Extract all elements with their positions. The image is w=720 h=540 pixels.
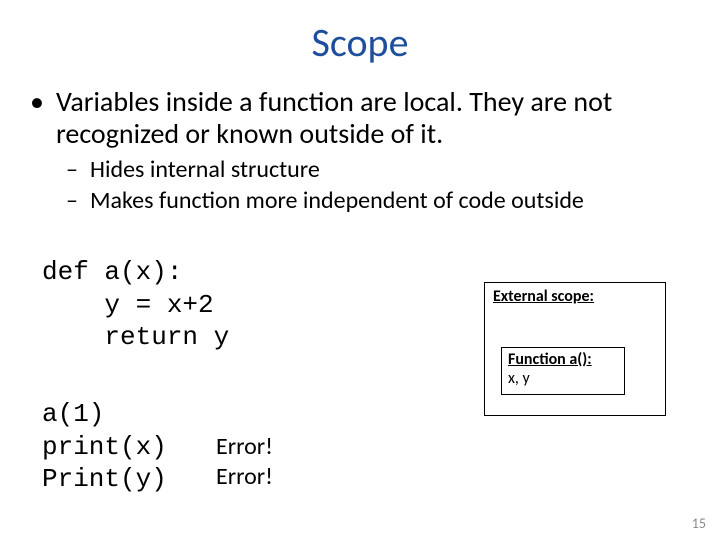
slide-body: Variables inside a function are local. T…	[30, 86, 690, 218]
bullet-level2: Makes function more independent of code …	[30, 187, 690, 216]
scope-diagram-inner: Function a(): x, y	[501, 347, 625, 395]
code-definition: def a(x): y = x+2 return y	[42, 256, 229, 354]
error-label: Error!	[216, 432, 273, 461]
page-number: 15	[692, 515, 706, 532]
scope-outer-label: External scope:	[493, 287, 657, 306]
slide: Scope Variables inside a function are lo…	[0, 0, 720, 540]
scope-diagram-outer: External scope: Function a(): x, y	[484, 282, 666, 416]
slide-title: Scope	[0, 18, 720, 67]
scope-inner-vars: x, y	[508, 369, 618, 388]
scope-inner-label: Function a():	[508, 350, 618, 369]
error-label: Error!	[216, 462, 273, 491]
code-calls: a(1) print(x) Print(y)	[42, 398, 167, 496]
bullet-level1: Variables inside a function are local. T…	[30, 86, 690, 150]
bullet-level2: Hides internal structure	[30, 156, 690, 185]
